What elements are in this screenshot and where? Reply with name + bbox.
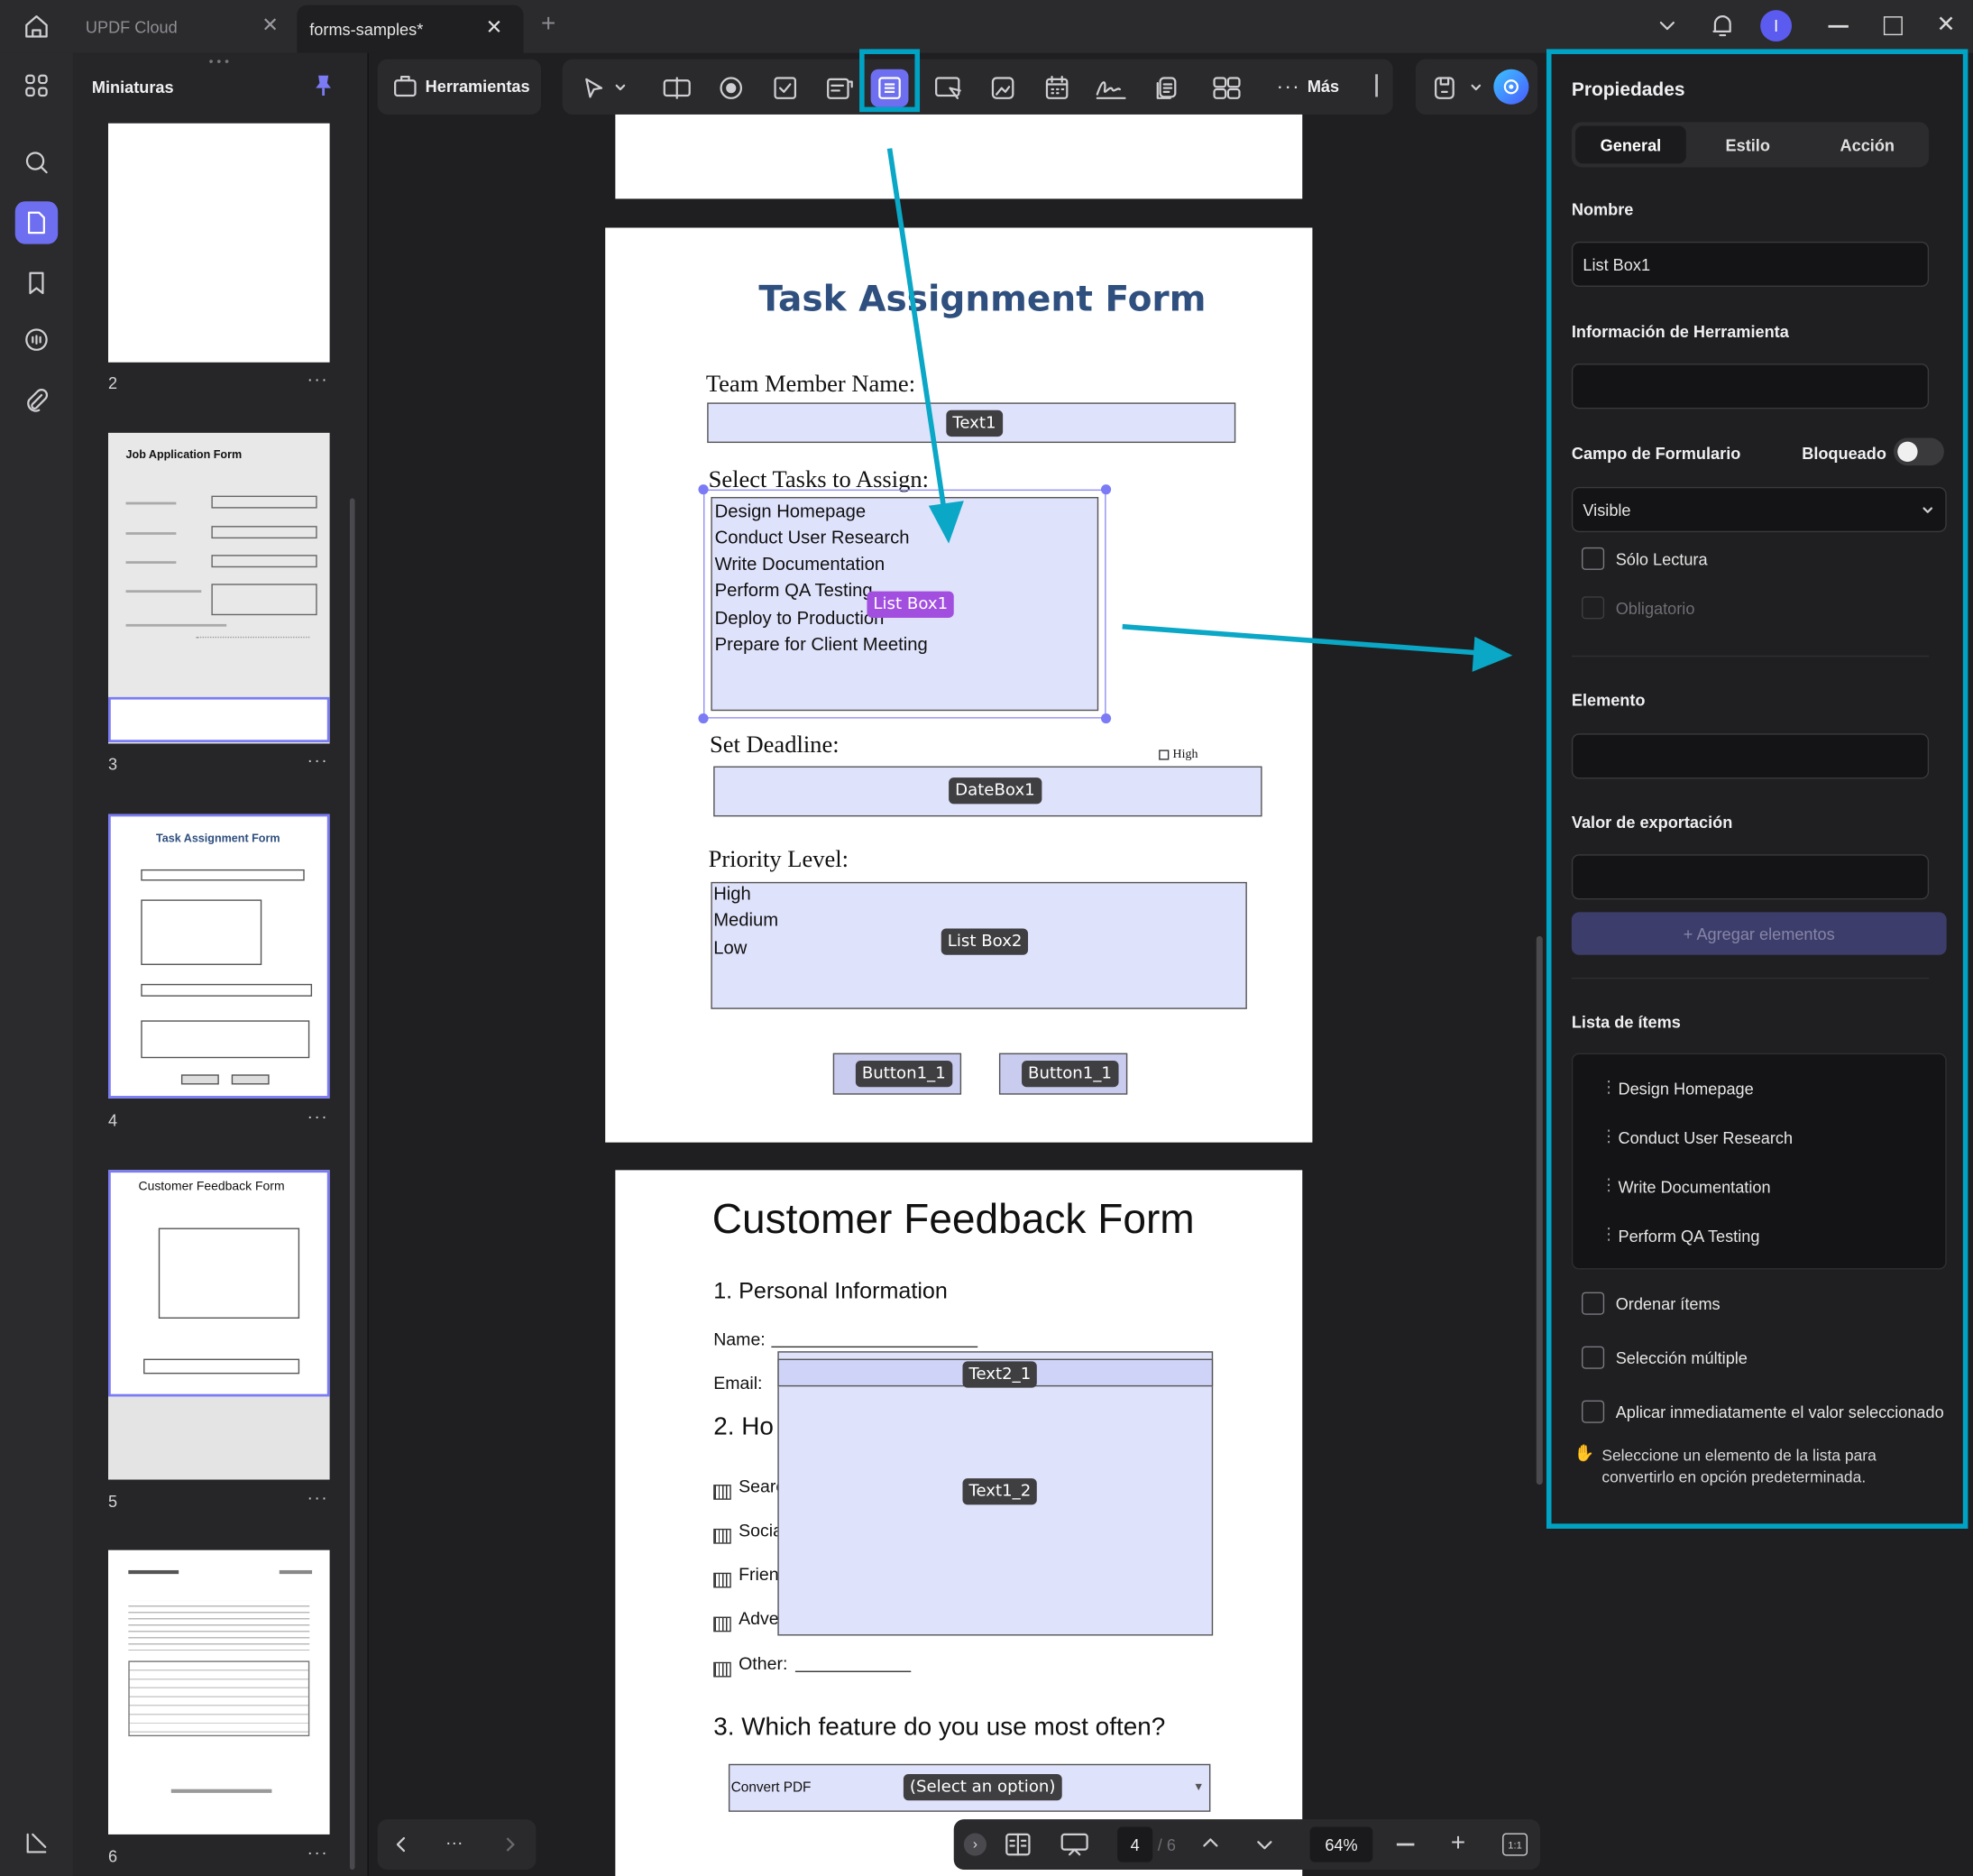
read-only-label: Sólo Lectura <box>1615 549 1708 569</box>
tooltip-label: Información de Herramienta <box>1571 322 1789 342</box>
required-label: Obligatorio <box>1615 599 1695 618</box>
tab-label: Acción <box>1840 134 1895 154</box>
chevron-right-icon[interactable] <box>500 1835 518 1854</box>
locked-toggle[interactable] <box>1894 437 1944 466</box>
divider <box>1571 977 1930 979</box>
page-number-value: 4 <box>1130 1835 1140 1854</box>
chevron-down-icon[interactable] <box>1254 1835 1274 1854</box>
drag-handle-icon[interactable]: ⋮ <box>1601 1077 1617 1097</box>
commit-immediately-label: Aplicar inmediatamente el valor seleccio… <box>1615 1402 1944 1422</box>
hand-icon: ✋ <box>1574 1443 1595 1462</box>
page-number-input[interactable]: 4 <box>1117 1826 1153 1862</box>
list-item[interactable]: Conduct User Research <box>1618 1128 1793 1147</box>
visibility-select[interactable]: Visible <box>1571 486 1947 533</box>
visibility-value: Visible <box>1583 501 1631 520</box>
sort-items-checkbox[interactable] <box>1582 1292 1605 1315</box>
zoom-in-icon[interactable]: + <box>1451 1829 1465 1858</box>
panel-title: Propiedades <box>1571 78 1685 101</box>
tab-label: Estilo <box>1725 134 1770 154</box>
element-label: Elemento <box>1571 690 1646 710</box>
list-item[interactable]: Perform QA Testing <box>1618 1227 1759 1246</box>
required-checkbox[interactable] <box>1582 596 1605 620</box>
multi-select-label: Selección múltiple <box>1615 1348 1748 1368</box>
expand-icon[interactable]: › <box>963 1833 987 1856</box>
add-items-label: + Agregar elementos <box>1683 924 1835 943</box>
actual-size-icon[interactable]: 1:1 <box>1502 1833 1528 1856</box>
add-items-button[interactable]: + Agregar elementos <box>1571 912 1947 955</box>
tooltip-input[interactable] <box>1571 363 1930 409</box>
tab-label: General <box>1600 134 1662 154</box>
export-value-label: Valor de exportación <box>1571 813 1733 832</box>
read-only-checkbox[interactable] <box>1582 547 1605 570</box>
tab-accion[interactable]: Acción <box>1810 126 1925 164</box>
page-nav-left: ··· <box>377 1819 537 1870</box>
list-item[interactable]: Design Homepage <box>1618 1080 1753 1099</box>
multi-select-checkbox[interactable] <box>1582 1346 1605 1369</box>
form-field-label: Campo de Formulario <box>1571 444 1741 464</box>
zoom-input[interactable]: 64% <box>1309 1826 1373 1862</box>
tab-estilo[interactable]: Estilo <box>1691 126 1804 164</box>
zoom-value: 64% <box>1325 1835 1358 1854</box>
zoom-out-icon[interactable] <box>1396 1843 1415 1845</box>
locked-label: Bloqueado <box>1802 444 1886 464</box>
chevron-down-icon <box>1923 507 1933 513</box>
bottom-toolbar: › 4 / 6 64% + 1:1 <box>953 1819 1540 1870</box>
tab-general[interactable]: General <box>1575 125 1686 164</box>
drag-handle-icon[interactable]: ⋮ <box>1601 1224 1617 1244</box>
hint-text: Seleccione un elemento de la lista para … <box>1601 1447 1877 1486</box>
page-total: / 6 <box>1157 1835 1176 1855</box>
item-list[interactable]: ⋮ Design Homepage ⋮ Conduct User Researc… <box>1571 1053 1947 1270</box>
drag-handle-icon[interactable]: ⋮ <box>1601 1127 1617 1146</box>
properties-panel: Propiedades General Estilo Acción Nombre… <box>1546 49 1968 1529</box>
drag-handle-icon[interactable]: ⋮ <box>1601 1175 1617 1195</box>
presentation-icon[interactable] <box>1060 1832 1089 1857</box>
sort-items-label: Ordenar ítems <box>1615 1294 1721 1314</box>
name-label: Nombre <box>1571 199 1634 219</box>
commit-immediately-checkbox[interactable] <box>1582 1400 1605 1423</box>
name-input[interactable]: List Box1 <box>1571 241 1930 288</box>
element-input[interactable] <box>1571 733 1930 779</box>
export-value-input[interactable] <box>1571 854 1930 900</box>
chevron-up-icon[interactable] <box>1200 1834 1220 1853</box>
actual-size-label: 1:1 <box>1508 1838 1522 1851</box>
panel-tabs: General Estilo Acción <box>1571 122 1930 168</box>
item-list-label: Lista de ítems <box>1571 1012 1681 1032</box>
divider <box>1571 655 1930 658</box>
chevron-left-icon[interactable] <box>392 1835 410 1854</box>
list-item[interactable]: Write Documentation <box>1618 1178 1770 1197</box>
more-icon[interactable]: ··· <box>445 1832 463 1852</box>
reading-mode-icon[interactable] <box>1005 1832 1032 1857</box>
